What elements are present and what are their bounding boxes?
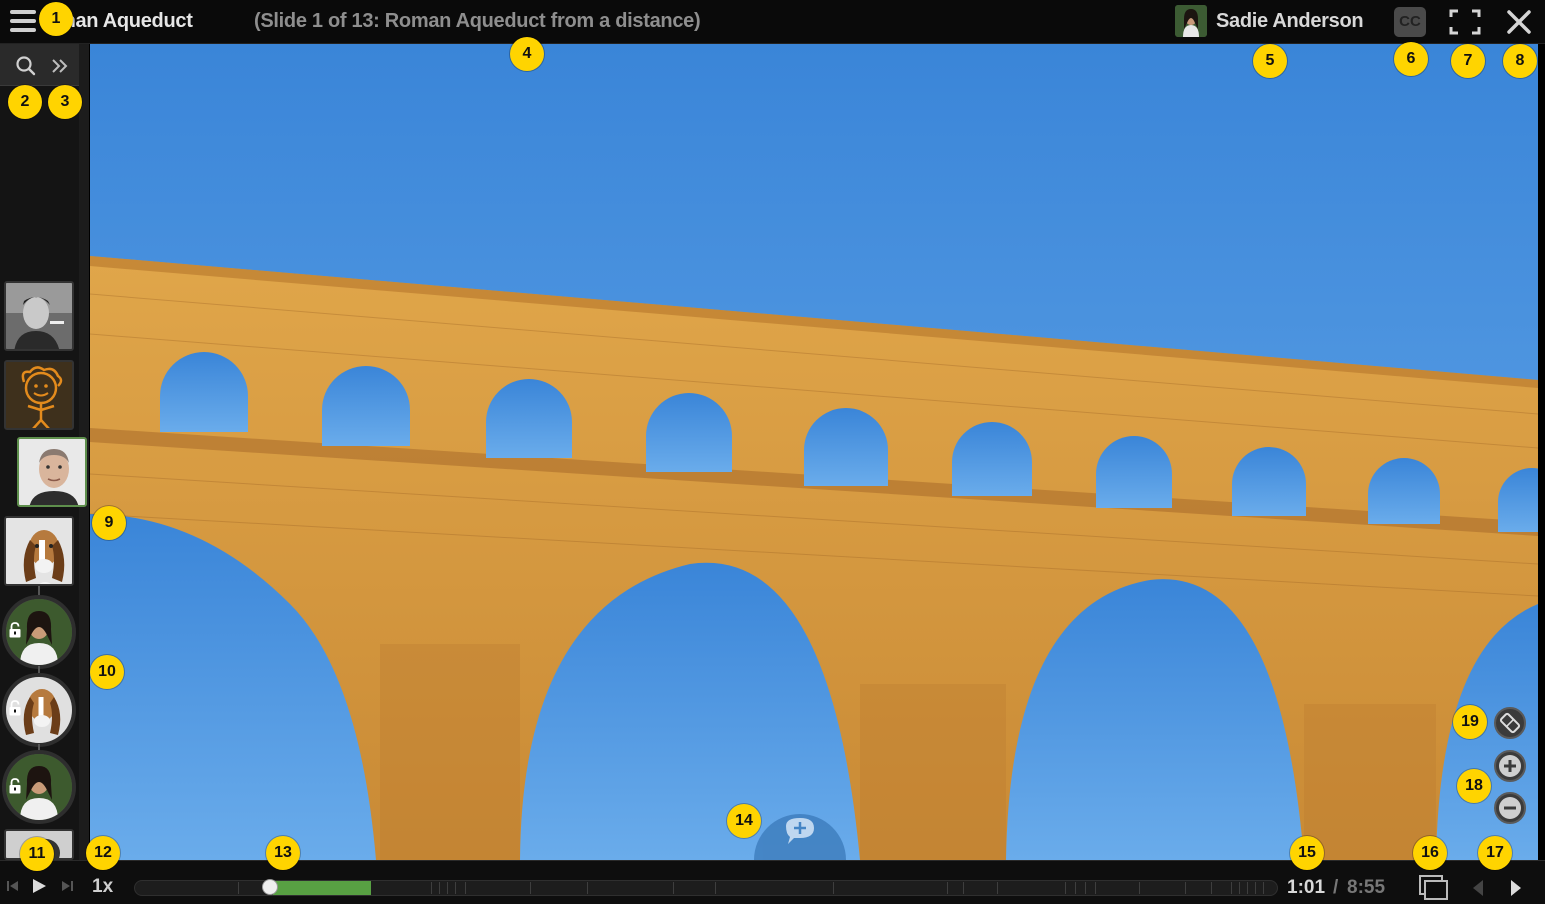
- timeline-tick: [1211, 882, 1212, 894]
- callout-marker: 16: [1413, 836, 1447, 870]
- slide-image-roman-aqueduct[interactable]: [90, 44, 1538, 860]
- timeline-tick: [997, 882, 998, 894]
- lock-icon: [8, 700, 22, 716]
- timeline-tick: [431, 882, 432, 894]
- closed-captions-button[interactable]: CC: [1394, 7, 1426, 37]
- callout-marker: 6: [1394, 42, 1428, 76]
- top-bar: man Aqueduct (Slide 1 of 13: Roman Aqued…: [0, 0, 1545, 44]
- slide-thumbnail[interactable]: [4, 516, 74, 586]
- hamburger-menu-icon[interactable]: [8, 8, 38, 36]
- skip-forward-icon[interactable]: [60, 879, 74, 897]
- slide-title: (Slide 1 of 13: Roman Aqueduct from a di…: [254, 10, 701, 32]
- double-chevron-right-icon[interactable]: [46, 54, 74, 78]
- callout-marker: 14: [727, 804, 761, 838]
- timeline-tick: [947, 882, 948, 894]
- callout-marker: 11: [20, 837, 54, 871]
- timeline-played-segment: [273, 881, 371, 895]
- callout-marker: 4: [510, 37, 544, 71]
- callout-marker: 17: [1478, 836, 1512, 870]
- fullscreen-icon[interactable]: [1448, 7, 1482, 37]
- timeline-tick: [1231, 882, 1232, 894]
- skip-back-icon[interactable]: [6, 879, 20, 897]
- add-comment-button[interactable]: [754, 814, 846, 862]
- current-time: 1:01: [1287, 877, 1326, 898]
- slide-thumbnail-active[interactable]: [17, 437, 87, 507]
- close-icon[interactable]: [1503, 6, 1535, 38]
- lock-icon: [8, 622, 22, 638]
- timeline-tick: [465, 882, 466, 894]
- timeline-tick: [439, 882, 440, 894]
- timeline-tick: [1255, 882, 1256, 894]
- aqueduct-illustration: [90, 44, 1538, 860]
- callout-marker: 1: [39, 2, 73, 36]
- total-time: 8:55: [1347, 877, 1386, 898]
- timeline-tick: [238, 882, 239, 894]
- callout-marker: 18: [1457, 769, 1491, 803]
- slide-thumbnail[interactable]: [4, 281, 74, 351]
- callout-marker: 5: [1253, 44, 1287, 78]
- playback-speed[interactable]: 1x: [92, 876, 113, 898]
- lock-icon: [8, 778, 22, 794]
- timeline-tick: [530, 882, 531, 894]
- sidebar-toolbar: [0, 44, 79, 86]
- zoom-in-icon[interactable]: [1494, 750, 1526, 782]
- slide-sidebar: [0, 44, 89, 860]
- callout-marker: 13: [266, 836, 300, 870]
- callout-marker: 3: [48, 85, 82, 119]
- timeline-tick: [1247, 882, 1248, 894]
- next-slide-icon[interactable]: [1508, 878, 1524, 903]
- time-separator: /: [1333, 877, 1339, 898]
- search-icon[interactable]: [12, 54, 40, 78]
- timeline-tick: [1263, 882, 1264, 894]
- zoom-out-icon[interactable]: [1494, 792, 1526, 824]
- play-icon[interactable]: [30, 877, 48, 900]
- presentation-title: man Aqueduct: [58, 10, 193, 32]
- timeline-tick: [1095, 882, 1096, 894]
- timeline-tick: [833, 882, 834, 894]
- timeline-tick: [1139, 882, 1140, 894]
- previous-slide-icon[interactable]: [1470, 878, 1486, 903]
- timeline-playhead[interactable]: [262, 879, 278, 895]
- callout-marker: 12: [86, 836, 120, 870]
- timeline-tick: [1239, 882, 1240, 894]
- rotate-reset-icon[interactable]: [1494, 707, 1526, 739]
- slide-view-toggle-icon[interactable]: [1418, 874, 1450, 904]
- timeline-tick: [673, 882, 674, 894]
- timeline-tick: [1185, 882, 1186, 894]
- user-name[interactable]: Sadie Anderson: [1216, 10, 1364, 33]
- timeline-tick: [1065, 882, 1066, 894]
- callout-marker: 9: [92, 506, 126, 540]
- timeline-tick: [715, 882, 716, 894]
- slide-thumbnail[interactable]: [4, 360, 74, 430]
- callout-marker: 7: [1451, 44, 1485, 78]
- user-avatar[interactable]: [1175, 5, 1207, 37]
- callout-marker: 8: [1503, 44, 1537, 78]
- timeline-tick: [587, 882, 588, 894]
- timeline-tick: [1075, 882, 1076, 894]
- callout-marker: 10: [90, 655, 124, 689]
- timeline-tick: [455, 882, 456, 894]
- timeline-scrubber[interactable]: [134, 880, 1278, 896]
- timeline-tick: [447, 882, 448, 894]
- timeline-tick: [963, 882, 964, 894]
- callout-marker: 15: [1290, 836, 1324, 870]
- callout-marker: 2: [8, 85, 42, 119]
- callout-marker: 19: [1453, 705, 1487, 739]
- add-comment-icon: [786, 818, 814, 844]
- timeline-tick: [1085, 882, 1086, 894]
